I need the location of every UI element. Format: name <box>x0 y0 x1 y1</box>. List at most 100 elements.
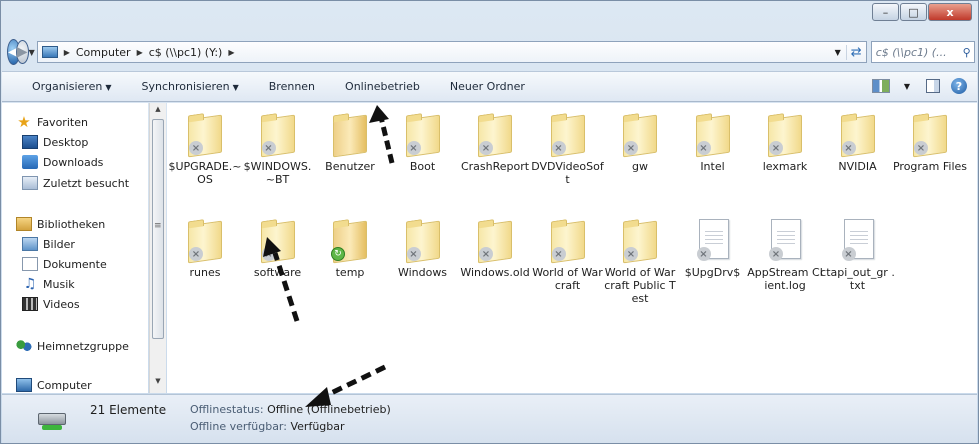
folder-item[interactable]: × runes <box>167 217 243 279</box>
search-icon[interactable]: ⚲ <box>963 46 974 59</box>
computer-icon <box>16 378 32 392</box>
folder-icon: × <box>259 111 297 158</box>
libraries-icon <box>16 217 32 231</box>
history-dropdown-icon[interactable]: ▼ <box>29 48 35 57</box>
folder-item[interactable]: × Program Files <box>892 111 968 173</box>
nav-documents[interactable]: Dokumente <box>22 257 107 271</box>
scroll-up-icon[interactable]: ▲ <box>150 105 166 119</box>
sync-status-icon: ↻ <box>331 247 345 261</box>
folder-item[interactable]: × gw <box>602 111 678 173</box>
minimize-button[interactable]: – <box>872 3 899 21</box>
help-button[interactable]: ? <box>949 77 969 95</box>
search-input[interactable]: c$ (\\pc1) (... ⚲ <box>870 41 975 63</box>
forward-arrow-icon: ▶ <box>16 44 28 60</box>
forward-button[interactable]: ▶ <box>15 40 29 64</box>
folder-item[interactable]: × CrashReport <box>457 111 533 173</box>
breadcrumb-computer[interactable]: Computer <box>76 46 131 59</box>
folder-item[interactable]: × Windows.old <box>457 217 533 279</box>
folder-item[interactable]: ↻ temp <box>312 217 388 279</box>
nav-desktop[interactable]: Desktop <box>22 135 88 149</box>
nav-videos[interactable]: Videos <box>22 297 80 311</box>
breadcrumb-separator-icon[interactable]: ▶ <box>137 48 143 57</box>
computer-icon <box>41 46 58 58</box>
folder-icon: × <box>911 111 949 158</box>
item-name: AppStream Client.log <box>747 266 823 292</box>
close-button[interactable]: x <box>928 3 972 21</box>
offline-unavailable-icon: × <box>696 247 711 261</box>
nav-homegroup[interactable]: Heimnetzgruppe <box>16 339 129 353</box>
folder-item[interactable]: × lexmark <box>747 111 823 173</box>
explorer-window: – □ x ◀ ▶ ▼ ▶ Computer ▶ c$ (\\pc1) (Y:)… <box>0 0 979 444</box>
offline-unavailable-icon: × <box>624 247 638 261</box>
folder-item[interactable]: × Intel <box>675 111 751 173</box>
breadcrumb-separator-icon[interactable]: ▶ <box>228 48 234 57</box>
breadcrumb-separator-icon[interactable]: ▶ <box>64 48 70 57</box>
item-name: gw <box>632 160 648 173</box>
address-bar[interactable]: ▶ Computer ▶ c$ (\\pc1) (Y:) ▶ ▼ ⇄ <box>36 41 867 63</box>
folder-item[interactable]: × World of Warcraft Public Test <box>602 217 678 305</box>
nav-videos-label: Videos <box>43 297 80 311</box>
item-name: lexmark <box>762 160 808 173</box>
file-item[interactable]: × AppStream Client.log <box>747 217 823 292</box>
folder-icon: ↻ <box>331 217 369 264</box>
annotation-arrow-software <box>263 237 300 322</box>
navigation-scrollbar[interactable]: ▲ ≡ ▼ <box>149 103 166 393</box>
preview-pane-icon <box>926 79 940 93</box>
burn-button[interactable]: Brennen <box>269 80 315 93</box>
preview-pane-button[interactable] <box>923 77 943 95</box>
star-icon: ★ <box>17 113 31 131</box>
offline-unavailable-icon: × <box>189 247 203 261</box>
offline-unavailable-icon: × <box>624 141 638 155</box>
offline-unavailable-icon: × <box>551 247 566 261</box>
item-name: ctapi_out_gr .txt <box>820 266 895 292</box>
folder-item[interactable]: × World of Warcraft <box>530 217 606 292</box>
document-icon: × <box>839 217 877 263</box>
address-row: ◀ ▶ ▼ ▶ Computer ▶ c$ (\\pc1) (Y:) ▶ ▼ ⇄… <box>7 39 975 65</box>
breadcrumb-drive[interactable]: c$ (\\pc1) (Y:) <box>149 46 223 59</box>
sync-menu[interactable]: Synchronisieren ▼ <box>141 80 238 93</box>
file-item[interactable]: × ctapi_out_gr .txt <box>820 217 896 292</box>
address-dropdown-icon[interactable]: ▼ <box>830 48 846 57</box>
refresh-icon[interactable]: ⇄ <box>845 44 866 60</box>
nav-music-label: Musik <box>43 277 75 291</box>
nav-music[interactable]: ♫ Musik <box>22 277 75 291</box>
file-item[interactable]: × $UpgDrv$ <box>675 217 751 279</box>
view-controls: ▼ ? <box>865 77 969 95</box>
nav-recent[interactable]: Zuletzt besucht <box>22 176 129 190</box>
pictures-icon <box>22 237 38 251</box>
nav-libraries[interactable]: Bibliotheken <box>16 217 105 231</box>
folder-item[interactable]: × $WINDOWS.~BT <box>240 111 316 186</box>
network-drive-icon <box>38 407 66 430</box>
downloads-icon <box>22 155 38 169</box>
nav-computer[interactable]: Computer <box>16 378 92 392</box>
organize-menu[interactable]: Organisieren ▼ <box>32 80 111 93</box>
nav-downloads[interactable]: Downloads <box>22 155 103 169</box>
nav-pictures[interactable]: Bilder <box>22 237 75 251</box>
folder-icon: × <box>186 217 224 264</box>
folder-item[interactable]: × DVDVideoSoft <box>530 111 606 186</box>
item-name: World of Warcraft <box>532 266 603 292</box>
item-name: Program Files <box>892 160 968 173</box>
nav-desktop-label: Desktop <box>43 135 89 149</box>
item-name: temp <box>335 266 365 279</box>
work-online-button[interactable]: Onlinebetrieb <box>345 80 420 93</box>
folder-icon: × <box>694 111 732 158</box>
splitter-grip-icon: ≡ <box>154 221 162 231</box>
sync-label: Synchronisieren <box>141 80 230 93</box>
folder-item[interactable]: × NVIDIA <box>820 111 896 173</box>
navigation-pane: ★ Favoriten Desktop Downloads Zuletzt be… <box>2 103 148 393</box>
view-options-dropdown[interactable]: ▼ <box>897 77 917 95</box>
music-icon: ♫ <box>23 276 37 292</box>
change-view-button[interactable] <box>871 77 891 95</box>
chevron-down-icon: ▼ <box>105 83 112 92</box>
scroll-down-icon[interactable]: ▼ <box>150 377 166 391</box>
views-icon <box>872 79 890 93</box>
offline-status-label: Offlinestatus: <box>190 403 264 416</box>
nav-favorites[interactable]: ★ Favoriten <box>16 113 88 131</box>
offline-available-label: Offline verfügbar: <box>190 420 287 433</box>
folder-item[interactable]: × $UPGRADE.~OS <box>167 111 243 186</box>
maximize-button[interactable]: □ <box>900 3 927 21</box>
folder-item[interactable]: × Windows <box>385 217 461 279</box>
offline-unavailable-icon: × <box>479 141 493 155</box>
new-folder-button[interactable]: Neuer Ordner <box>450 80 525 93</box>
